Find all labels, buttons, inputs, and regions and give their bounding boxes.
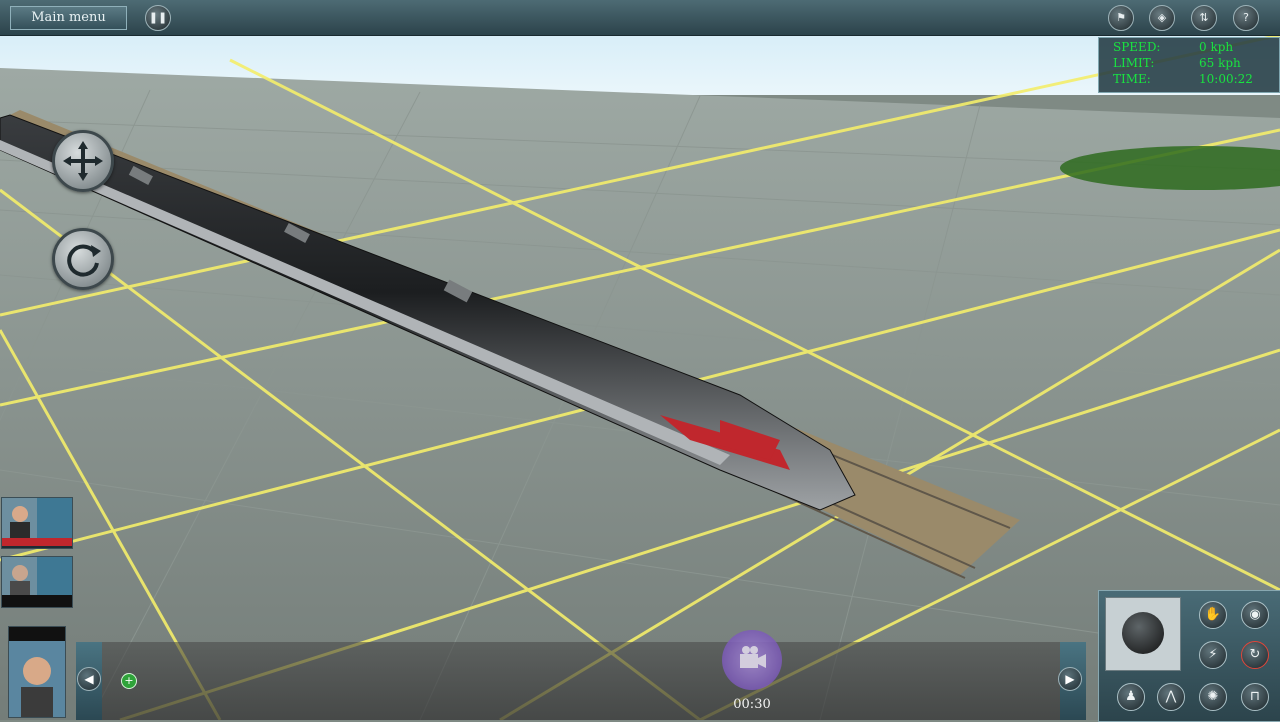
arrow-left-icon[interactable]: ◀ — [77, 667, 101, 691]
top-toolbar: Main menu ❚❚ ⚑ ◈ ⇅ ? — [0, 0, 1280, 36]
reverse-icon[interactable]: ↻ — [1241, 641, 1269, 669]
camera-icon[interactable] — [722, 630, 782, 690]
driver-avatar[interactable] — [8, 626, 66, 718]
view-icon[interactable]: ◉ — [1241, 601, 1269, 629]
layers-icon[interactable]: ◈ — [1149, 5, 1175, 31]
green-plus-icon[interactable]: + — [121, 673, 137, 689]
time-label: TIME: — [1113, 72, 1151, 86]
coupler-icon[interactable]: ⊓ — [1241, 683, 1269, 711]
timeline-bar — [76, 642, 1086, 720]
speed-value: 0 kph — [1199, 40, 1234, 54]
game-viewport[interactable] — [0, 0, 1280, 720]
limit-label: LIMIT: — [1113, 56, 1155, 70]
power-icon[interactable]: ⚡ — [1199, 641, 1227, 669]
signal-icon[interactable]: ⇅ — [1191, 5, 1217, 31]
rotate-icon[interactable] — [52, 228, 114, 290]
arrow-right-icon[interactable]: ▶ — [1058, 667, 1082, 691]
pause-icon[interactable]: ❚❚ — [145, 5, 171, 31]
speed-hud: SPEED: 0 kph LIMIT: 65 kph TIME: 10:00:2… — [1098, 37, 1280, 93]
bell-icon[interactable]: ♟ — [1117, 683, 1145, 711]
driver-portrait-1[interactable] — [1, 497, 73, 549]
limit-value: 65 kph — [1199, 56, 1241, 70]
driver-portrait-2[interactable] — [1, 556, 73, 608]
time-value: 10:00:22 — [1199, 72, 1253, 86]
elapsed-time: 00:30 — [733, 697, 771, 712]
pantograph-icon[interactable]: ⋀ — [1157, 683, 1185, 711]
horn-icon[interactable]: ✋ — [1199, 601, 1227, 629]
help-icon[interactable]: ? — [1233, 5, 1259, 31]
move-arrows-icon[interactable] — [52, 130, 114, 192]
finish-flag-icon[interactable]: ⚑ — [1108, 5, 1134, 31]
joystick-icon[interactable] — [1105, 597, 1181, 671]
speed-label: SPEED: — [1113, 40, 1161, 54]
main-menu-button[interactable]: Main menu — [10, 6, 127, 30]
train-control-panel: ✋ ◉ ⚡ ↻ ♟ ⋀ ✺ ⊓ — [1098, 590, 1280, 722]
light-icon[interactable]: ✺ — [1199, 683, 1227, 711]
